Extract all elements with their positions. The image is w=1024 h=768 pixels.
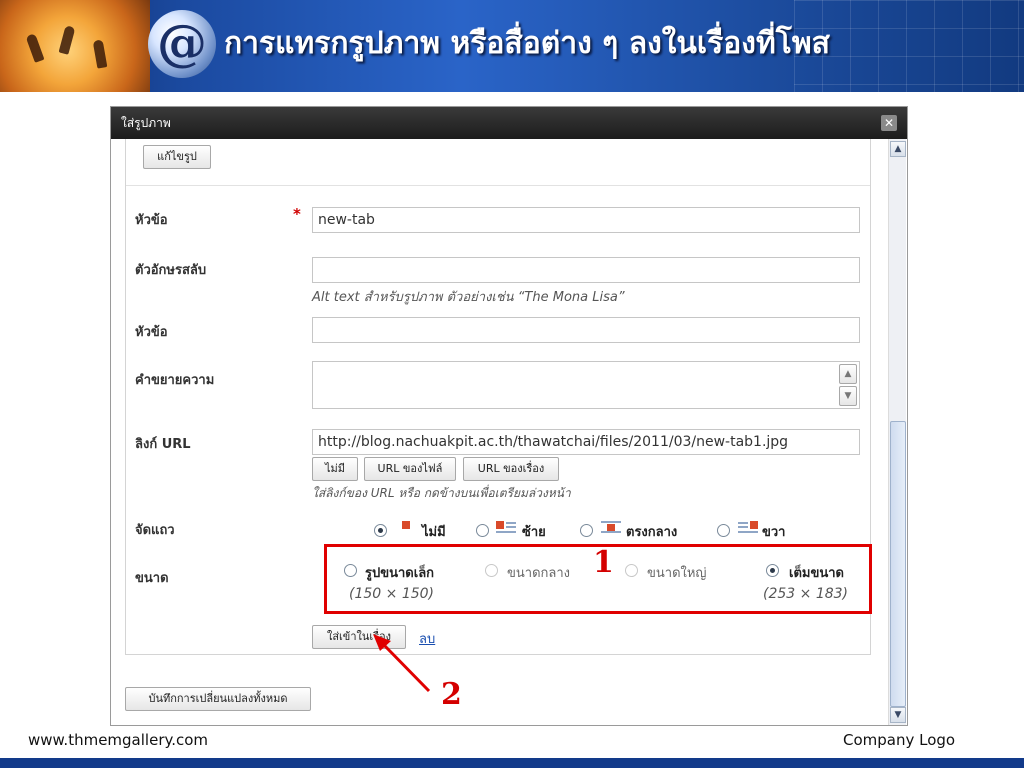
size-medium-label: ขนาดกลาง: [507, 566, 571, 581]
footer-bar: [0, 758, 1024, 768]
link-url-input[interactable]: http://blog.nachuakpit.ac.th/thawatchai/…: [312, 429, 860, 455]
slide-title: การแทรกรูปภาพ หรือสื่อต่าง ๆ ลงในเรื่องท…: [224, 26, 830, 61]
caption-label: หัวข้อ: [135, 325, 168, 340]
align-right-radio[interactable]: [717, 524, 730, 537]
save-all-changes-button[interactable]: บันทึกการเปลี่ยนแปลงทั้งหมด: [125, 687, 311, 711]
insert-into-post-button[interactable]: ใส่เข้าในเรื่อง: [312, 625, 406, 649]
align-none-icon: [396, 521, 416, 533]
align-center-radio[interactable]: [580, 524, 593, 537]
link-url-label: ลิงก์ URL: [135, 437, 191, 452]
align-left-icon: [496, 521, 516, 533]
link-url-hint: ใส่ลิงก์ของ URL หรือ กดข้างบนเพื่อเตรียม…: [312, 486, 571, 500]
title-label: หัวข้อ: [135, 213, 168, 228]
required-asterisk: *: [293, 205, 301, 223]
align-none-label: ไม่มี: [422, 525, 446, 540]
align-right-icon: [738, 521, 758, 533]
align-left-label: ซ้าย: [522, 525, 546, 540]
annotation-marker-2: 2: [441, 677, 462, 712]
link-none-button[interactable]: ไม่มี: [312, 457, 358, 481]
close-icon[interactable]: ✕: [881, 115, 897, 131]
image-settings-panel: แก้ไขรูป หัวข้อ * new-tab ตัวอักษรสลับ A…: [125, 139, 872, 655]
size-thumbnail-radio[interactable]: [344, 564, 357, 577]
footer-company-logo: Company Logo: [843, 731, 956, 749]
scrollbar-thumb[interactable]: [890, 421, 906, 707]
size-large-label: ขนาดใหญ่: [647, 566, 707, 581]
size-full-radio[interactable]: [766, 564, 779, 577]
align-none-radio[interactable]: [374, 524, 387, 537]
link-file-url-button[interactable]: URL ของไฟล์: [364, 457, 456, 481]
section-divider: [126, 185, 870, 186]
scroll-up-icon[interactable]: ▲: [890, 141, 906, 157]
size-highlight-box: รูปขนาดเล็ก ขนาดกลาง 1 ขนาดใหญ่ เต็มขนาด…: [324, 544, 872, 614]
description-textarea[interactable]: [312, 361, 860, 409]
edit-image-button[interactable]: แก้ไขรูป: [143, 145, 211, 169]
align-center-label: ตรงกลาง: [626, 525, 678, 540]
textarea-scroll-down-icon[interactable]: ▼: [839, 386, 857, 406]
size-full-label: เต็มขนาด: [789, 566, 844, 581]
alt-text-label: ตัวอักษรสลับ: [135, 263, 207, 278]
title-input[interactable]: new-tab: [312, 207, 860, 233]
size-thumbnail-label: รูปขนาดเล็ก: [365, 566, 435, 581]
header-photo-illustration: [0, 0, 150, 92]
alignment-label: จัดแถว: [135, 523, 175, 538]
insert-image-dialog: ใส่รูปภาพ ✕ แก้ไขรูป หัวข้อ * new-tab ตั…: [110, 106, 908, 726]
alt-text-input[interactable]: [312, 257, 860, 283]
annotation-marker-1: 1: [593, 545, 614, 580]
delete-link[interactable]: ลบ: [419, 628, 435, 649]
align-center-icon: [601, 521, 621, 533]
align-right-label: ขวา: [762, 525, 786, 540]
size-full-dimensions: (253 × 183): [763, 586, 848, 602]
scroll-down-icon[interactable]: ▼: [890, 707, 906, 723]
description-label: คำขยายความ: [135, 373, 215, 388]
size-thumbnail-dimensions: (150 × 150): [349, 586, 434, 602]
size-large-radio[interactable]: [625, 564, 638, 577]
alt-text-hint: Alt text สำหรับรูปภาพ ตัวอย่างเช่น “The …: [312, 290, 625, 305]
caption-input[interactable]: [312, 317, 860, 343]
textarea-scroll-up-icon[interactable]: ▲: [839, 364, 857, 384]
align-left-radio[interactable]: [476, 524, 489, 537]
dialog-titlebar: ใส่รูปภาพ: [111, 107, 907, 139]
dialog-scrollbar[interactable]: ▲ ▼: [888, 139, 906, 725]
size-medium-radio[interactable]: [485, 564, 498, 577]
slide-header-banner: @ การแทรกรูปภาพ หรือสื่อต่าง ๆ ลงในเรื่อ…: [0, 0, 1024, 92]
footer-website: www.thmemgallery.com: [28, 731, 209, 749]
link-post-url-button[interactable]: URL ของเรื่อง: [463, 457, 559, 481]
size-label: ขนาด: [135, 571, 169, 586]
at-sign-icon: @: [148, 10, 216, 78]
dialog-title: ใส่รูปภาพ: [121, 116, 171, 130]
